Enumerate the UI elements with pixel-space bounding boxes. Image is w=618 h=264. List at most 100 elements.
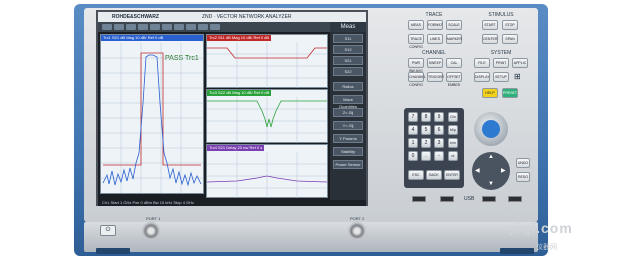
toolbar-button[interactable] bbox=[198, 24, 208, 30]
port-1-connector[interactable] bbox=[142, 222, 160, 240]
key-8[interactable]: 8 bbox=[421, 112, 431, 122]
status-bar: Ch1 Start 1 GHz Pwr 0 dBm Bw 10 kHz Stop… bbox=[98, 200, 366, 206]
key-1[interactable]: 1 bbox=[408, 138, 418, 148]
key-3[interactable]: 3 bbox=[434, 138, 444, 148]
toolbar-button[interactable] bbox=[186, 24, 196, 30]
trigger-key[interactable]: TRIGGER bbox=[427, 72, 444, 82]
toolbar-button[interactable] bbox=[150, 24, 160, 30]
marker-key[interactable]: MARKER bbox=[446, 34, 462, 44]
help-key[interactable]: HELP bbox=[482, 88, 498, 98]
key-5[interactable]: 5 bbox=[421, 125, 431, 135]
scale-key[interactable]: SCALE bbox=[446, 20, 462, 30]
key-7[interactable]: 7 bbox=[408, 112, 418, 122]
display-screen[interactable]: ROHDE&SCHWARZ ZND · VECTOR NETWORK ANALY… bbox=[96, 10, 368, 206]
port-2-connector[interactable] bbox=[348, 222, 366, 240]
windows-logo-icon[interactable]: ⊞ bbox=[514, 72, 521, 81]
softkey-y-sij[interactable]: Y<-Sij bbox=[333, 121, 363, 130]
system-section-label: SYSTEM bbox=[490, 50, 512, 56]
applic-key[interactable]: APPLIC bbox=[512, 58, 528, 68]
arrow-up-icon[interactable]: ▲ bbox=[488, 154, 494, 160]
setup-key[interactable]: SETUP bbox=[493, 72, 509, 82]
toolbar-button[interactable] bbox=[114, 24, 124, 30]
softkey-ratios[interactable]: Ratios bbox=[333, 82, 363, 91]
usb-label: USB bbox=[464, 196, 475, 202]
lines-key[interactable]: LINES bbox=[427, 34, 443, 44]
usb-port-4[interactable] bbox=[508, 196, 522, 202]
softkey-y-params[interactable]: Y Params bbox=[333, 134, 363, 143]
brand-logo: ROHDE&SCHWARZ bbox=[112, 14, 159, 20]
key-9[interactable]: 9 bbox=[434, 112, 444, 122]
format-key[interactable]: FORMAT bbox=[427, 20, 443, 30]
softkey-s11[interactable]: S11 bbox=[333, 34, 363, 43]
diagram-4[interactable]: Trc4 S21 Delay 20 ns/ Ref 0 s bbox=[206, 144, 328, 198]
arrow-down-icon[interactable]: ▼ bbox=[488, 181, 494, 187]
key-6[interactable]: 6 bbox=[434, 125, 444, 135]
trace-3-plot bbox=[207, 97, 327, 143]
softkey-s21[interactable]: S21 bbox=[333, 56, 363, 65]
arrow-right-icon[interactable]: ▶ bbox=[501, 167, 506, 174]
stop-key[interactable]: STOP bbox=[502, 20, 518, 30]
port-1-label: PORT 1 bbox=[146, 216, 161, 221]
key-2[interactable]: 2 bbox=[421, 138, 431, 148]
watermark: yiqi.com bbox=[508, 220, 573, 236]
key-m-u[interactable]: M/μ bbox=[448, 125, 458, 135]
diagram-2[interactable]: Trc2 S11 dB Mag 10 dB/ Ref 0 dB bbox=[206, 34, 328, 88]
right-foot bbox=[500, 248, 534, 254]
channel-config-key[interactable]: CHANNEL CONFIG bbox=[408, 72, 426, 87]
key-x1[interactable]: x1 bbox=[448, 151, 458, 161]
softkey-wave-quantities[interactable]: Wave Quantities bbox=[333, 95, 363, 109]
trace-config-key[interactable]: TRACE CONFIG bbox=[408, 34, 424, 49]
pwr-bw-avg-key[interactable]: PWR BW AVG bbox=[408, 58, 424, 73]
back-key[interactable]: BACK bbox=[426, 170, 442, 180]
diagram-3[interactable]: Trc3 S22 dB Mag 10 dB/ Ref 0 dB bbox=[206, 89, 328, 143]
diagram-1[interactable]: Trc1 S21 dB Mag 10 dB/ Ref 0 dB PASS Trc… bbox=[100, 34, 204, 194]
file-key[interactable]: FILE bbox=[474, 58, 490, 68]
port-2-label: PORT 2 bbox=[350, 216, 365, 221]
trace-section-label: TRACE bbox=[425, 12, 443, 18]
key-g-n[interactable]: G/n bbox=[448, 112, 458, 122]
key-decimal[interactable]: . bbox=[421, 151, 431, 161]
toolbar-button[interactable] bbox=[210, 24, 220, 30]
softkey-stability[interactable]: Stability bbox=[333, 147, 363, 156]
toolbar-button[interactable] bbox=[138, 24, 148, 30]
enter-key[interactable]: ENTER bbox=[444, 170, 460, 180]
print-key[interactable]: PRINT bbox=[493, 58, 509, 68]
toolbar-button[interactable] bbox=[126, 24, 136, 30]
preset-key[interactable]: PRESET bbox=[502, 88, 518, 98]
start-key[interactable]: START bbox=[482, 20, 498, 30]
screen-toolbar bbox=[98, 22, 330, 32]
usb-port-1[interactable] bbox=[412, 196, 426, 202]
softkey-panel: S11 S12 S21 S22 Ratios Wave Quantities Z… bbox=[330, 32, 366, 200]
key-k-m[interactable]: k/m bbox=[448, 138, 458, 148]
stimulus-section-label: STIMULUS bbox=[488, 12, 514, 18]
softkey-z-sij[interactable]: Z<-Sij bbox=[333, 108, 363, 117]
cal-key[interactable]: CAL bbox=[446, 58, 462, 68]
channel-section-label: CHANNEL bbox=[422, 50, 446, 56]
esc-key[interactable]: ESC bbox=[408, 170, 424, 180]
usb-port-3[interactable] bbox=[482, 196, 496, 202]
rotary-knob[interactable] bbox=[474, 112, 508, 146]
watermark-sub: 仪器网 bbox=[536, 244, 557, 251]
display-key[interactable]: DISPLAY bbox=[474, 72, 490, 82]
softkey-s12[interactable]: S12 bbox=[333, 45, 363, 54]
toolbar-button[interactable] bbox=[174, 24, 184, 30]
redo-key[interactable]: REDO bbox=[516, 172, 530, 182]
usb-port-2[interactable] bbox=[440, 196, 454, 202]
meas-key[interactable]: MEAS bbox=[408, 20, 424, 30]
trace-4-header: Trc4 S21 Delay 20 ns/ Ref 0 s bbox=[207, 145, 265, 151]
softkey-power-sensor[interactable]: Power Sensor bbox=[333, 160, 363, 169]
toolbar-button[interactable] bbox=[162, 24, 172, 30]
key-4[interactable]: 4 bbox=[408, 125, 418, 135]
trace-2-plot bbox=[207, 42, 327, 88]
sweep-key[interactable]: SWEEP bbox=[427, 58, 443, 68]
key-minus[interactable]: - bbox=[434, 151, 444, 161]
key-0[interactable]: 0 bbox=[408, 151, 418, 161]
center-key[interactable]: CENTER bbox=[482, 34, 498, 44]
arrow-left-icon[interactable]: ◀ bbox=[475, 167, 480, 174]
span-key[interactable]: SPAN bbox=[502, 34, 518, 44]
power-button[interactable]: ⏻ bbox=[100, 225, 116, 236]
softkey-s22[interactable]: S22 bbox=[333, 67, 363, 76]
undo-key[interactable]: UNDO bbox=[516, 158, 530, 168]
toolbar-button[interactable] bbox=[102, 24, 112, 30]
offset-embed-key[interactable]: OFFSET EMBED bbox=[446, 72, 462, 87]
